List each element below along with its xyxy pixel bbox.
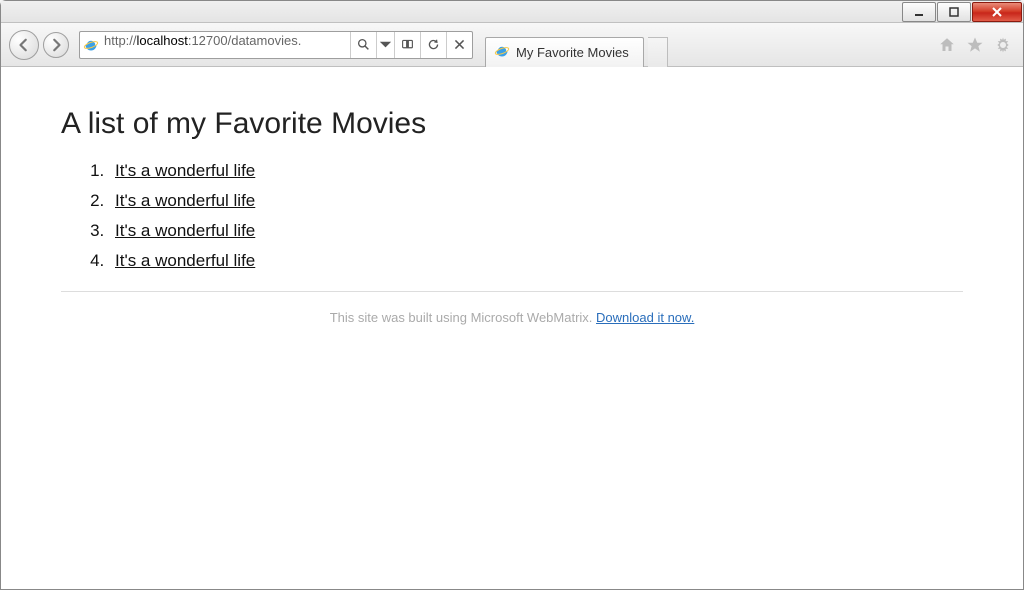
url-prefix: http:// [104, 33, 137, 48]
ie-favicon-icon [494, 43, 510, 62]
favorites-button[interactable] [963, 33, 987, 57]
movie-link[interactable]: It's a wonderful life [115, 221, 255, 240]
footer: This site was built using Microsoft WebM… [61, 310, 963, 325]
tab-my-favorite-movies[interactable]: My Favorite Movies [485, 37, 644, 67]
page-content: A list of my Favorite Movies It's a wond… [1, 67, 1023, 345]
footer-text: This site was built using Microsoft WebM… [330, 310, 596, 325]
movies-list: It's a wonderful life It's a wonderful l… [109, 161, 963, 271]
refresh-button[interactable] [420, 32, 446, 58]
url-dropdown-button[interactable] [376, 32, 394, 58]
movie-link[interactable]: It's a wonderful life [115, 251, 255, 270]
url-input[interactable]: http://localhost:12700/datamovies. [102, 33, 350, 57]
movie-link[interactable]: It's a wonderful life [115, 191, 255, 210]
window-titlebar [1, 1, 1023, 23]
close-button[interactable] [972, 2, 1022, 22]
forward-button[interactable] [43, 32, 69, 58]
ie-favicon-icon [80, 37, 102, 53]
maximize-button[interactable] [937, 2, 971, 22]
back-button[interactable] [9, 30, 39, 60]
new-tab-button[interactable] [648, 37, 668, 67]
url-rest: :12700/datamovies. [188, 33, 301, 48]
url-host: localhost [137, 33, 188, 48]
address-bar: http://localhost:12700/datamovies. [79, 31, 473, 59]
compat-view-button[interactable] [394, 32, 420, 58]
tab-label: My Favorite Movies [516, 45, 629, 60]
list-item: It's a wonderful life [109, 191, 963, 211]
page-heading: A list of my Favorite Movies [61, 107, 963, 141]
list-item: It's a wonderful life [109, 251, 963, 271]
footer-download-link[interactable]: Download it now. [596, 310, 694, 325]
stop-button[interactable] [446, 32, 472, 58]
tools-button[interactable] [991, 33, 1015, 57]
minimize-button[interactable] [902, 2, 936, 22]
movie-link[interactable]: It's a wonderful life [115, 161, 255, 180]
divider [61, 291, 963, 292]
browser-toolbar: http://localhost:12700/datamovies. My Fa… [1, 23, 1023, 67]
home-button[interactable] [935, 33, 959, 57]
list-item: It's a wonderful life [109, 221, 963, 241]
search-button[interactable] [350, 32, 376, 58]
list-item: It's a wonderful life [109, 161, 963, 181]
